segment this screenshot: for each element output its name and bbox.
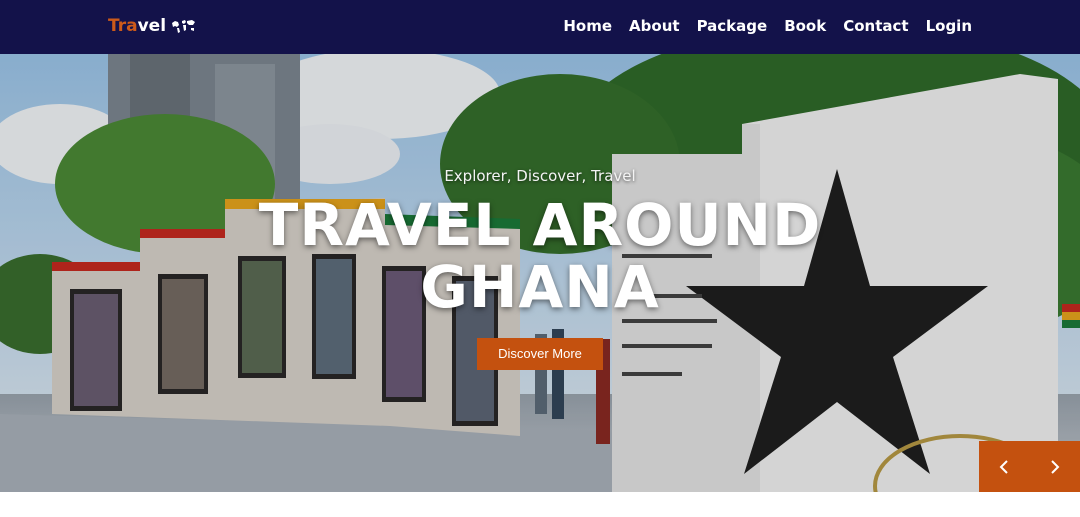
hero-title-line1: TRAVEL AROUND xyxy=(258,191,822,259)
chevron-left-icon xyxy=(999,459,1008,474)
carousel-controls xyxy=(979,441,1080,492)
nav-contact[interactable]: Contact xyxy=(843,16,908,36)
hero-content: Explorer, Discover, Travel TRAVEL AROUND… xyxy=(0,164,1080,370)
carousel-prev-button[interactable] xyxy=(979,441,1030,492)
hero-title: TRAVEL AROUND GHANA xyxy=(0,194,1080,318)
chevron-right-icon xyxy=(1051,459,1060,474)
brand-accent: Tra xyxy=(108,16,138,36)
nav-about[interactable]: About xyxy=(629,16,680,36)
world-map-icon xyxy=(172,20,196,33)
discover-more-button[interactable]: Discover More xyxy=(477,338,603,370)
brand-rest: vel xyxy=(137,16,167,36)
nav-home[interactable]: Home xyxy=(563,16,612,36)
navbar: Tra vel Home About Package Book Contact L… xyxy=(0,0,1080,54)
brand-logo[interactable]: Tra vel xyxy=(108,16,196,36)
hero-carousel: Explorer, Discover, Travel TRAVEL AROUND… xyxy=(0,54,1080,492)
nav-menu: Home About Package Book Contact Login xyxy=(563,16,972,36)
hero-subtitle: Explorer, Discover, Travel xyxy=(444,167,636,185)
carousel-next-button[interactable] xyxy=(1030,441,1080,492)
hero-title-line2: GHANA xyxy=(420,253,660,321)
nav-book[interactable]: Book xyxy=(784,16,826,36)
nav-package[interactable]: Package xyxy=(697,16,768,36)
nav-login[interactable]: Login xyxy=(926,16,972,36)
